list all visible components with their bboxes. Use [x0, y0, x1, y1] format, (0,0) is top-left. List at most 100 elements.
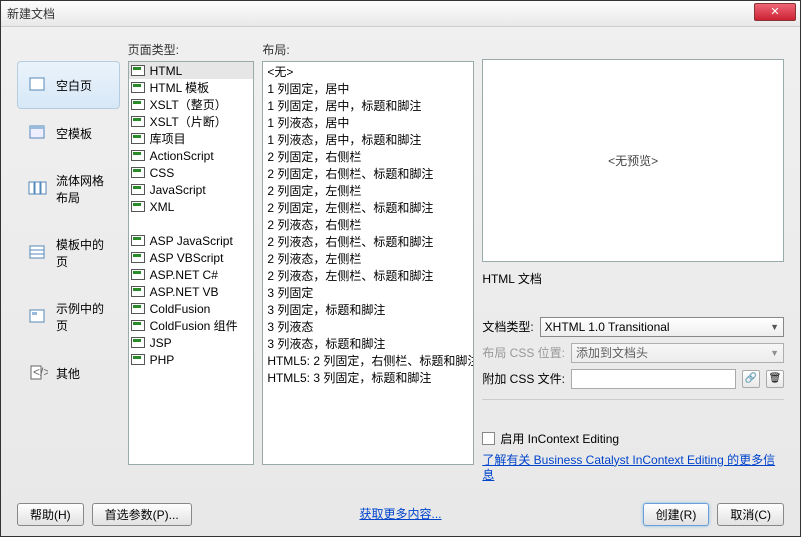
file-icon: [131, 116, 147, 128]
page-type-item[interactable]: ColdFusion 组件: [129, 317, 254, 334]
page-type-header: 页面类型:: [128, 41, 255, 59]
file-icon: [131, 354, 147, 366]
doctype-select[interactable]: XHTML 1.0 Transitional ▼: [540, 317, 784, 337]
doctype-label: 文档类型:: [482, 318, 533, 335]
page-description: HTML 文档: [482, 270, 784, 287]
sample-page-icon: [28, 308, 48, 326]
close-button[interactable]: ✕: [754, 3, 796, 21]
page-type-column: 页面类型: HTMLHTML 模板XSLT（整页）XSLT（片断）库项目Acti…: [128, 41, 255, 484]
preview-box: <无预览>: [482, 59, 784, 262]
page-type-item[interactable]: ASP.NET C#: [129, 266, 254, 283]
file-icon: [131, 269, 147, 281]
attach-css-input[interactable]: [571, 369, 736, 389]
file-icon: [131, 252, 147, 264]
layout-item[interactable]: 2 列液态，右侧栏、标题和脚注: [263, 232, 473, 249]
page-type-item[interactable]: HTML 模板: [129, 79, 254, 96]
category-sidebar: 空白页 空模板 流体网格布局 模板中的页 示例中的页 </> 其他: [17, 41, 120, 484]
page-type-listbox[interactable]: HTMLHTML 模板XSLT（整页）XSLT（片断）库项目ActionScri…: [128, 61, 255, 465]
no-preview-text: <无预览>: [608, 152, 658, 169]
file-icon: [131, 320, 147, 332]
layout-css-select: 添加到文档头 ▼: [571, 343, 784, 363]
layout-item[interactable]: 2 列液态，右侧栏: [263, 215, 473, 232]
file-icon: [131, 167, 147, 179]
create-button[interactable]: 创建(R): [643, 503, 710, 526]
fluid-grid-icon: [28, 180, 48, 198]
right-panel: <无预览> HTML 文档 文档类型: XHTML 1.0 Transition…: [482, 41, 784, 484]
page-type-item[interactable]: ASP.NET VB: [129, 283, 254, 300]
page-type-item[interactable]: JSP: [129, 334, 254, 351]
file-icon: [131, 82, 147, 94]
layout-item[interactable]: HTML5: 3 列固定，标题和脚注: [263, 368, 473, 385]
ice-info-link[interactable]: 了解有关 Business Catalyst InContext Editing…: [482, 453, 784, 484]
layout-item[interactable]: 2 列固定，右侧栏: [263, 147, 473, 164]
layout-item[interactable]: 1 列液态，居中，标题和脚注: [263, 130, 473, 147]
sidebar-item-template-page[interactable]: 模板中的页: [17, 221, 120, 285]
doctype-row: 文档类型: XHTML 1.0 Transitional ▼: [482, 317, 784, 337]
file-icon: [131, 99, 147, 111]
sidebar-item-label: 模板中的页: [56, 236, 109, 270]
layout-item[interactable]: 1 列固定，居中，标题和脚注: [263, 96, 473, 113]
sidebar-item-sample-page[interactable]: 示例中的页: [17, 285, 120, 349]
layout-item[interactable]: 2 列固定，右侧栏、标题和脚注: [263, 164, 473, 181]
page-type-item[interactable]: PHP: [129, 351, 254, 368]
sidebar-item-other[interactable]: </> 其他: [17, 349, 120, 397]
page-type-item[interactable]: JavaScript: [129, 181, 254, 198]
page-type-item[interactable]: CSS: [129, 164, 254, 181]
layout-item[interactable]: 2 列液态，左侧栏、标题和脚注: [263, 266, 473, 283]
file-icon: [131, 235, 147, 247]
page-type-item[interactable]: XSLT（整页）: [129, 96, 254, 113]
sidebar-item-blank-page[interactable]: 空白页: [17, 61, 120, 109]
cancel-button[interactable]: 取消(C): [717, 503, 784, 526]
template-page-icon: [28, 244, 48, 262]
layout-item[interactable]: 1 列固定，居中: [263, 79, 473, 96]
enable-ice-checkbox[interactable]: [482, 432, 495, 445]
sidebar-item-blank-template[interactable]: 空模板: [17, 109, 120, 157]
layout-listbox[interactable]: <无>1 列固定，居中1 列固定，居中，标题和脚注1 列液态，居中1 列液态，居…: [262, 61, 474, 465]
file-icon: [131, 184, 147, 196]
link-css-button[interactable]: 🔗: [742, 370, 760, 388]
page-type-item[interactable]: XML: [129, 198, 254, 215]
page-type-item[interactable]: 库项目: [129, 130, 254, 147]
sidebar-item-label: 示例中的页: [56, 300, 109, 334]
sidebar-item-label: 流体网格布局: [56, 172, 109, 206]
page-type-item[interactable]: HTML: [129, 62, 254, 79]
layout-item[interactable]: 3 列固定: [263, 283, 473, 300]
sidebar-item-fluid-grid[interactable]: 流体网格布局: [17, 157, 120, 221]
remove-css-button[interactable]: 🗑: [766, 370, 784, 388]
layout-item[interactable]: 2 列固定，左侧栏、标题和脚注: [263, 198, 473, 215]
file-icon: [131, 133, 147, 145]
enable-ice-row: 启用 InContext Editing: [482, 430, 784, 447]
chevron-down-icon: ▼: [770, 348, 779, 358]
page-type-item[interactable]: ASP JavaScript: [129, 232, 254, 249]
attach-css-label: 附加 CSS 文件:: [482, 370, 565, 387]
page-type-item[interactable]: ActionScript: [129, 147, 254, 164]
layout-item[interactable]: 3 列液态，标题和脚注: [263, 334, 473, 351]
sidebar-item-label: 空白页: [56, 77, 92, 94]
layout-item[interactable]: 1 列液态，居中: [263, 113, 473, 130]
get-more-link[interactable]: 获取更多内容...: [359, 507, 441, 523]
layout-item[interactable]: HTML5: 2 列固定，右侧栏、标题和脚注: [263, 351, 473, 368]
sidebar-item-label: 空模板: [56, 125, 92, 142]
help-button[interactable]: 帮助(H): [17, 503, 84, 526]
layout-css-value: 添加到文档头: [576, 344, 648, 361]
layout-header: 布局:: [262, 41, 474, 59]
blank-page-icon: [28, 76, 48, 94]
page-type-item[interactable]: XSLT（片断）: [129, 113, 254, 130]
enable-ice-label: 启用 InContext Editing: [500, 430, 619, 447]
dialog-title: 新建文档: [7, 5, 55, 22]
page-type-item[interactable]: ASP VBScript: [129, 249, 254, 266]
layout-item[interactable]: <无>: [263, 62, 473, 79]
layout-item[interactable]: 2 列固定，左侧栏: [263, 181, 473, 198]
new-document-dialog: 新建文档 ✕ 空白页 空模板 流体网格布局 模板中的页: [0, 0, 801, 537]
footer: 帮助(H) 首选参数(P)... 获取更多内容... 创建(R) 取消(C): [17, 503, 784, 526]
layout-item[interactable]: 2 列液态，左侧栏: [263, 249, 473, 266]
content-area: 空白页 空模板 流体网格布局 模板中的页 示例中的页 </> 其他: [1, 27, 800, 492]
layout-item[interactable]: 3 列液态: [263, 317, 473, 334]
titlebar: 新建文档 ✕: [1, 1, 800, 27]
layout-item[interactable]: 3 列固定，标题和脚注: [263, 300, 473, 317]
file-icon: [131, 286, 147, 298]
page-type-item[interactable]: ColdFusion: [129, 300, 254, 317]
attach-css-row: 附加 CSS 文件: 🔗 🗑: [482, 369, 784, 389]
doctype-value: XHTML 1.0 Transitional: [545, 320, 670, 334]
prefs-button[interactable]: 首选参数(P)...: [92, 503, 192, 526]
